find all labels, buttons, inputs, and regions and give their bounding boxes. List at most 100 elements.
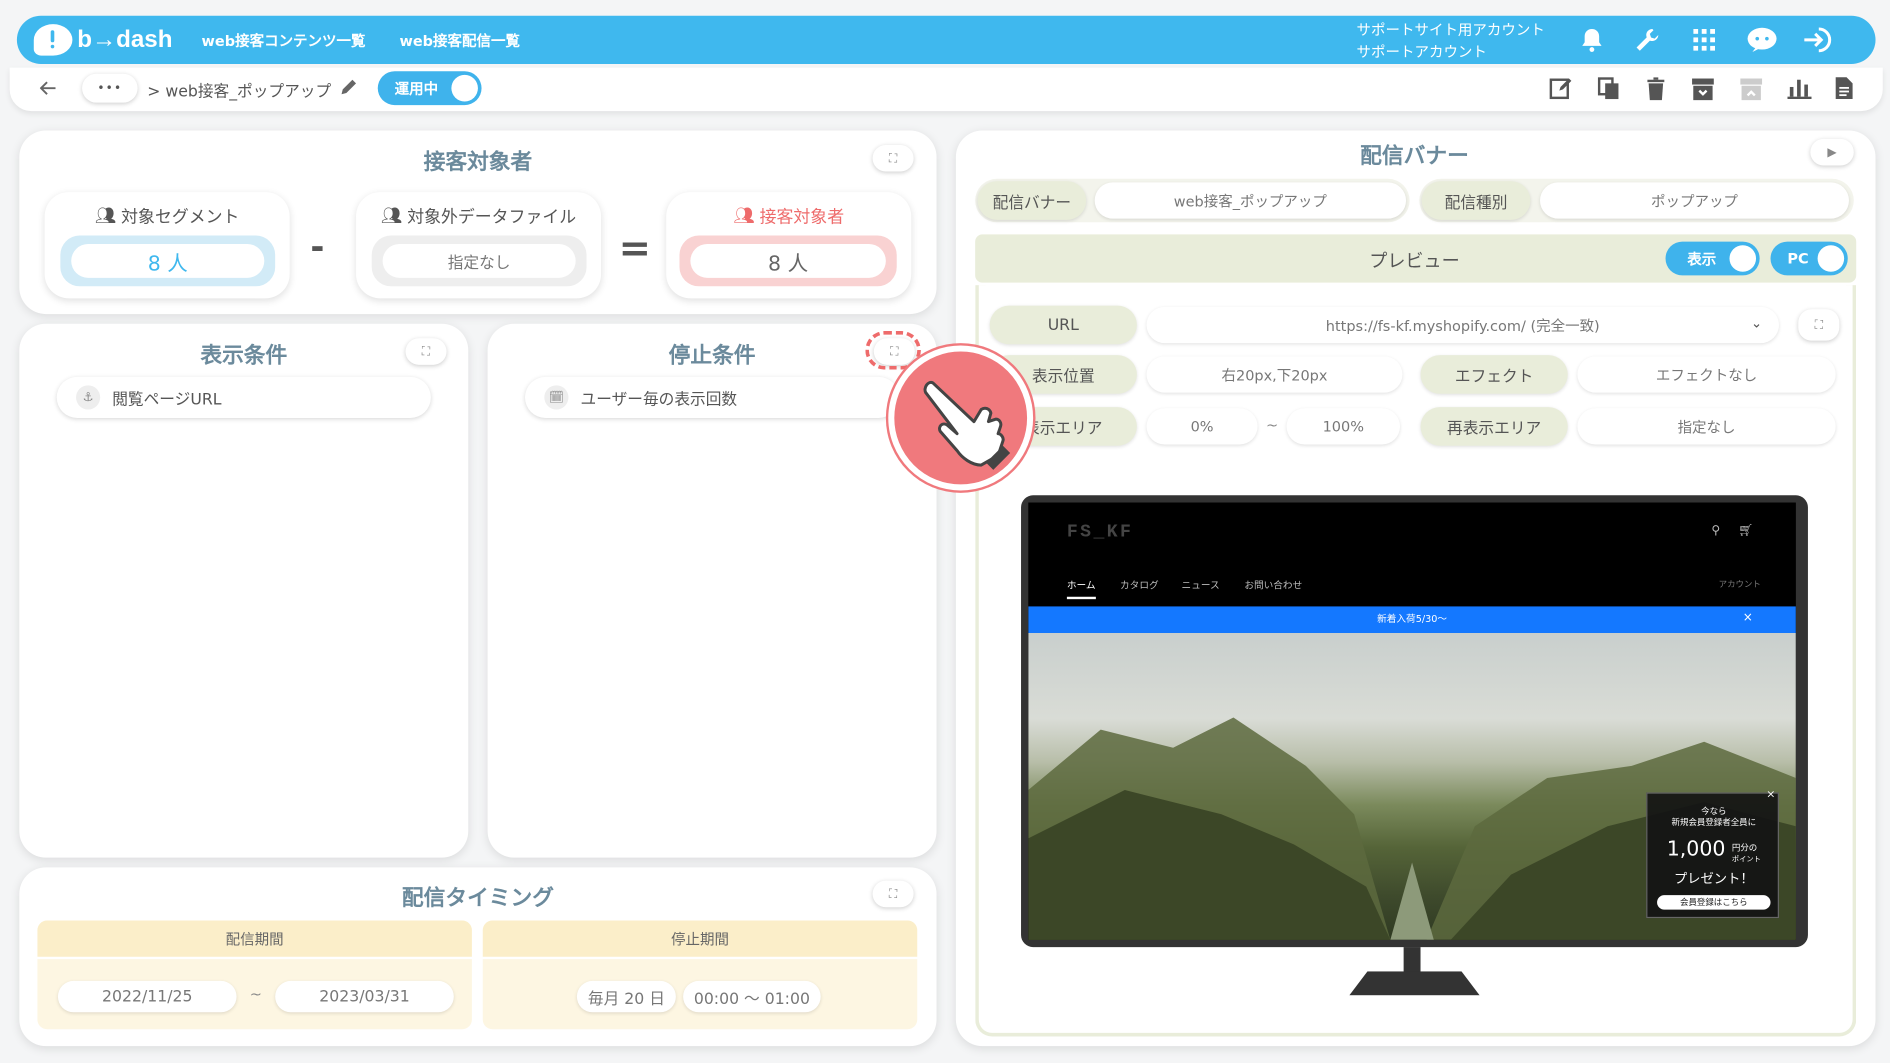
popup-register-button[interactable]: 会員登録はこちら (1657, 895, 1771, 910)
logo-bubble-icon (33, 24, 73, 56)
period-start[interactable]: 2022/11/25 (57, 980, 237, 1013)
nav-content-list[interactable]: web接客コンテンツ一覧 (202, 30, 366, 51)
exclude-value[interactable]: 指定なし (371, 235, 587, 287)
device-toggle-label: PC (1787, 250, 1809, 267)
show-toggle[interactable]: 表示 (1665, 241, 1760, 276)
archive-up-icon[interactable] (1738, 75, 1765, 102)
status-toggle-label: 運用中 (394, 80, 439, 98)
segment-value[interactable]: 8 人 (60, 235, 276, 287)
monitor-neck (1403, 947, 1421, 974)
footprints-icon: ⚓︎ (76, 385, 101, 410)
site-cart-icon[interactable]: 🛒︎ (1738, 524, 1753, 537)
segment-count: 8 人 (71, 244, 265, 278)
popup-amount: 1,000 (1666, 837, 1726, 862)
show-toggle-label: 表示 (1687, 250, 1717, 268)
timing-title: 配信タイミング (357, 881, 598, 912)
area-from[interactable]: 0% (1146, 408, 1258, 445)
users-group-icon: 👥︎ (733, 206, 755, 226)
logo-text: b→dash (77, 25, 173, 53)
site-search-icon[interactable]: ⚲ (1711, 524, 1720, 537)
device-toggle[interactable]: PC (1770, 241, 1848, 276)
breadcrumb-more-button[interactable]: ••• (82, 73, 138, 103)
period-header: 配信期間 (37, 920, 472, 957)
banner-label: 配信バナー (977, 181, 1087, 220)
effect-value[interactable]: エフェクトなし (1577, 356, 1836, 393)
wrench-icon[interactable] (1632, 25, 1663, 54)
banner-play-icon[interactable]: ▶︎ (1810, 138, 1854, 166)
stop-period-header: 停止期間 (482, 920, 918, 957)
redisplay-label: 再表示エリア (1420, 407, 1568, 446)
display-conditions-expand-icon[interactable]: ⛶ (405, 338, 447, 365)
grid-apps-icon[interactable] (1692, 28, 1716, 52)
target-expand-icon[interactable]: ⛶ (872, 144, 914, 172)
stop-day[interactable]: 毎月 20 日 (576, 980, 676, 1013)
type-label: 配信種別 (1421, 181, 1531, 220)
equals-operator: = (618, 224, 652, 271)
url-label: URL (989, 305, 1137, 345)
result-label-row: 👥︎ 接客対象者 (733, 206, 845, 228)
banner-title: 配信バナー (1294, 139, 1535, 170)
hand-pointer-icon (923, 380, 1011, 470)
logo[interactable]: b→dash (33, 22, 173, 58)
url-select-value: https://fs-kf.myshopify.com/ (完全一致) (1325, 317, 1600, 335)
site-nav-catalog[interactable]: カタログ (1120, 579, 1159, 592)
users-group-icon: 👥︎ (94, 206, 117, 226)
url-select[interactable]: https://fs-kf.myshopify.com/ (完全一致) ⌄ (1146, 306, 1779, 344)
users-group-icon: 👥︎ (380, 206, 403, 226)
display-condition-item[interactable]: ⚓︎ 閲覧ページURL (56, 376, 431, 418)
stop-time[interactable]: 00:00 ～ 01:00 (683, 980, 821, 1013)
account-line1: サポートサイト用アカウント (1356, 21, 1545, 39)
announcement-text: 新着入荷5/30～ (1377, 613, 1448, 625)
back-arrow-icon[interactable] (36, 76, 60, 100)
redisplay-value[interactable]: 指定なし (1577, 408, 1836, 445)
area-separator: ~ (1266, 416, 1279, 434)
site-logo: FS_KF (1066, 521, 1134, 543)
effect-label: エフェクト (1420, 355, 1568, 394)
archive-down-icon[interactable] (1690, 75, 1717, 102)
site-nav-home[interactable]: ホーム (1066, 579, 1096, 600)
site-nav-account[interactable]: アカウント (1719, 579, 1761, 591)
popup-close-icon[interactable]: × (1766, 789, 1775, 801)
segment-label-row: 👥︎ 対象セグメント (94, 206, 240, 228)
site-nav-news[interactable]: ニュース (1182, 579, 1220, 592)
bell-icon[interactable] (1579, 27, 1606, 54)
report-document-icon[interactable] (1832, 75, 1856, 102)
popup-unit2: ポイント (1731, 855, 1761, 864)
type-value[interactable]: ポップアップ (1540, 182, 1849, 219)
toggle-knob (1729, 245, 1757, 272)
account-line2: サポートアカウント (1356, 43, 1487, 61)
target-title: 接客対象者 (357, 145, 598, 176)
copy-icon[interactable] (1596, 75, 1623, 102)
popup-line3: プレゼント！ (1673, 870, 1754, 887)
position-value[interactable]: 右20px,下20px (1146, 356, 1403, 393)
minus-operator: - (310, 227, 325, 267)
edit-document-icon[interactable] (1547, 75, 1574, 102)
site-nav-contact[interactable]: お問い合わせ (1244, 579, 1302, 592)
banner-value[interactable]: web接客_ポップアップ (1094, 182, 1407, 219)
status-toggle[interactable]: 運用中 (377, 71, 482, 106)
area-to[interactable]: 100% (1286, 408, 1401, 445)
logout-icon[interactable] (1802, 25, 1836, 54)
stop-conditions-title: 停止条件 (591, 338, 832, 369)
result-count: 8 人 (690, 244, 886, 278)
timing-expand-icon[interactable]: ⛶ (872, 880, 914, 908)
bar-chart-icon[interactable] (1786, 75, 1813, 102)
announcement-close-icon[interactable]: × (1743, 611, 1753, 624)
nav-delivery-list[interactable]: web接客配信一覧 (399, 30, 519, 51)
stop-condition-item[interactable]: 🗓︎ ユーザー毎の表示回数 (525, 376, 900, 418)
result-value[interactable]: 8 人 (679, 235, 897, 287)
pencil-edit-icon[interactable] (338, 76, 360, 98)
trash-icon[interactable] (1644, 75, 1668, 102)
site-screen: FS_KF ⚲ 🛒︎ ホーム カタログ ニュース お問い合わせ アカウント 新着… (1028, 502, 1796, 940)
period-separator: ~ (249, 985, 262, 1003)
popup-line2: 新規会員登録者全員に (1671, 817, 1757, 828)
toggle-knob (451, 74, 478, 102)
url-expand-icon[interactable]: ⛶ (1798, 309, 1840, 341)
period-end[interactable]: 2023/03/31 (275, 980, 454, 1013)
support-chat-icon[interactable] (1745, 24, 1779, 55)
preview-title: プレビュー (1369, 250, 1460, 272)
exclude-label-row: 👥︎ 対象外データファイル (380, 206, 577, 228)
chevron-down-icon: ⌄ (1750, 315, 1763, 331)
tap-pointer-overlay (888, 345, 1034, 491)
coupon-popup[interactable]: × 今なら 新規会員登録者全員に 1,000 円分の ポイント プレゼント！ 会… (1646, 789, 1779, 919)
